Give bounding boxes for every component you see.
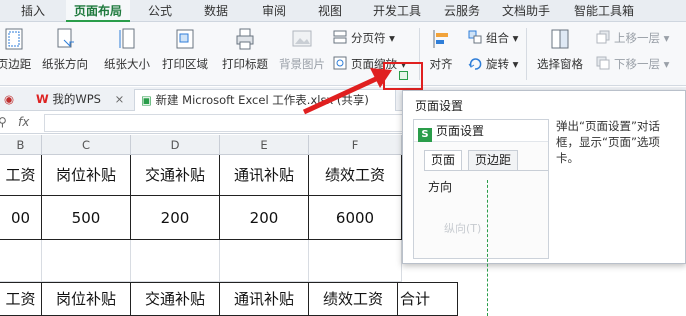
tab-view[interactable]: 视图 xyxy=(310,0,350,22)
preview-tab-margins: 页边距 xyxy=(468,150,519,170)
column-header[interactable]: B xyxy=(0,135,42,155)
dialog-launcher-icon xyxy=(399,71,408,80)
page-break-label: 分页符 xyxy=(351,31,386,45)
table-cell[interactable] xyxy=(309,240,402,282)
send-backward-icon xyxy=(596,56,610,70)
column-header[interactable]: C xyxy=(42,135,131,155)
wps-sheet-icon: S xyxy=(418,128,432,142)
column-header[interactable]: F xyxy=(309,135,402,155)
table-cell[interactable]: 工资 xyxy=(0,282,42,316)
table-cell[interactable]: 岗位补贴 xyxy=(42,282,131,316)
tooltip-description: 弹出“页面设置”对话框，显示“页面”选项卡。 xyxy=(556,119,660,165)
table-cell[interactable]: 通讯补贴 xyxy=(220,155,309,196)
margins-label: 页边距 xyxy=(0,57,32,71)
align-icon xyxy=(433,30,448,48)
picture-icon xyxy=(292,30,312,47)
paper-size-button[interactable]: 纸张大小 xyxy=(100,26,154,82)
paper-size-icon xyxy=(119,28,135,49)
preview-dialog-title: 页面设置 xyxy=(436,124,485,138)
table-cell[interactable]: 交通补贴 xyxy=(131,282,220,316)
tooltip-title: 页面设置 xyxy=(415,99,464,113)
table-cell[interactable]: 工资 xyxy=(0,155,42,196)
page-setup-preview: S 页面设置 页面 页边距 方向 纵向(T) xyxy=(413,119,549,259)
preview-orientation-label: 方向 xyxy=(428,180,453,194)
ribbon-separator xyxy=(526,28,527,80)
close-icon[interactable]: × xyxy=(115,92,125,106)
table-cell[interactable]: 6000 xyxy=(309,196,402,240)
column-header[interactable]: D xyxy=(131,135,220,155)
orientation-icon xyxy=(57,28,74,48)
print-titles-button[interactable]: 打印标题 xyxy=(218,26,272,82)
tab-developer[interactable]: 开发工具 xyxy=(370,0,424,22)
send-backward-label: 下移一层 xyxy=(614,57,660,71)
margins-icon xyxy=(5,28,23,50)
page-setup-tooltip: 页面设置 S 页面设置 页面 页边距 方向 纵向(T) 弹出“页面设置”对话框，显… xyxy=(402,90,686,264)
paper-size-label: 纸张大小 xyxy=(104,57,150,71)
rotate-button[interactable]: 旋转 ▾ xyxy=(468,54,518,74)
orientation-button[interactable]: 纸张方向 xyxy=(38,26,92,82)
print-area-icon xyxy=(176,29,194,49)
tab-smart-toolbox[interactable]: 智能工具箱 xyxy=(566,0,642,22)
orientation-label: 纸张方向 xyxy=(42,57,88,71)
table-cell[interactable] xyxy=(220,240,309,282)
send-backward-button[interactable]: 下移一层 ▾ xyxy=(596,54,669,74)
table-cell[interactable]: 合计 xyxy=(398,282,458,316)
group-label: 组合 xyxy=(486,31,509,45)
tab-page-layout[interactable]: 页面布局 xyxy=(66,0,130,22)
printer-icon xyxy=(236,28,254,50)
wps-logo-icon: W xyxy=(36,92,49,106)
page-break-line xyxy=(487,180,488,316)
align-button[interactable]: 对齐 xyxy=(422,26,460,82)
zoom-icon[interactable]: ⚲ xyxy=(0,115,7,129)
page-setup-dialog-launcher[interactable] xyxy=(383,62,423,90)
table-cell[interactable]: 岗位补贴 xyxy=(42,155,131,196)
print-titles-label: 打印标题 xyxy=(222,57,268,71)
group-button[interactable]: 组合 ▾ xyxy=(468,28,518,48)
table-cell[interactable]: 绩效工资 xyxy=(309,282,398,316)
bring-forward-icon xyxy=(596,30,610,44)
home-tab-icon[interactable]: ◉ xyxy=(4,89,14,111)
fx-label[interactable]: fx xyxy=(18,115,29,129)
column-header[interactable]: E xyxy=(220,135,309,155)
table-cell[interactable]: 绩效工资 xyxy=(309,155,402,196)
table-cell[interactable]: 200 xyxy=(131,196,220,240)
group-icon xyxy=(468,30,482,44)
table-cell[interactable]: 00 xyxy=(0,196,42,240)
doc-tab-my-wps-label: 我的WPS xyxy=(52,92,101,106)
bring-forward-button[interactable]: 上移一层 ▾ xyxy=(596,28,669,48)
doc-tab-my-wps[interactable]: W 我的WPS × xyxy=(36,89,124,111)
rotate-label: 旋转 xyxy=(486,57,509,71)
tab-formulas[interactable]: 公式 xyxy=(140,0,180,22)
selection-pane-icon xyxy=(551,29,569,49)
spreadsheet-icon: ▣ xyxy=(141,93,152,107)
margins-button[interactable]: 页边距 xyxy=(0,26,34,82)
table-cell[interactable]: 交通补贴 xyxy=(131,155,220,196)
tab-doc-assistant[interactable]: 文档助手 xyxy=(496,0,556,22)
tab-insert[interactable]: 插入 xyxy=(8,0,58,22)
page-break-icon xyxy=(333,30,347,44)
tab-cloud[interactable]: 云服务 xyxy=(440,0,484,22)
page-break-button[interactable]: 分页符 ▾ xyxy=(333,28,395,48)
table-cell[interactable] xyxy=(42,240,131,282)
table-cell[interactable]: 500 xyxy=(42,196,131,240)
bring-forward-label: 上移一层 xyxy=(614,31,660,45)
preview-header: S 页面设置 xyxy=(414,120,548,142)
table-cell[interactable] xyxy=(0,240,42,282)
ribbon-tab-bar: 插入 页面布局 公式 数据 审阅 视图 开发工具 云服务 文档助手 智能工具箱 xyxy=(0,0,686,22)
rotate-icon xyxy=(468,58,482,70)
selection-pane-button[interactable]: 选择窗格 xyxy=(532,26,588,82)
selection-pane-label: 选择窗格 xyxy=(537,57,583,71)
preview-faded-text: 纵向(T) xyxy=(444,222,482,235)
tab-data[interactable]: 数据 xyxy=(196,0,236,22)
align-label: 对齐 xyxy=(429,57,453,71)
table-cell[interactable]: 通讯补贴 xyxy=(220,282,309,316)
table-cell[interactable]: 200 xyxy=(220,196,309,240)
preview-divider xyxy=(424,170,548,171)
print-area-button[interactable]: 打印区域 xyxy=(158,26,212,82)
print-area-label: 打印区域 xyxy=(162,57,208,71)
preview-tab-page: 页面 xyxy=(424,150,463,170)
tab-review[interactable]: 审阅 xyxy=(254,0,294,22)
table-cell[interactable] xyxy=(131,240,220,282)
